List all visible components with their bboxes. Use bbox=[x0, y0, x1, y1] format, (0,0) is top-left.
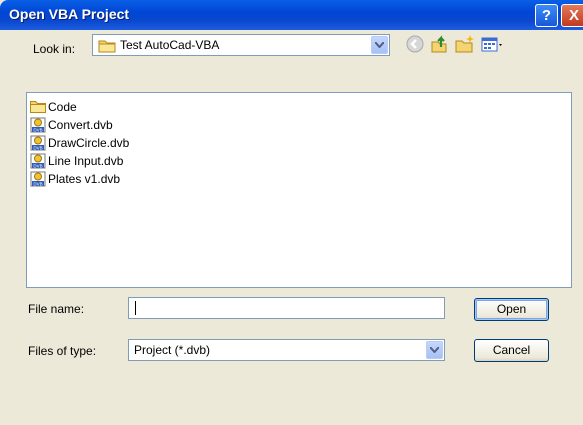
list-item-file[interactable]: DVB Plates v1.dvb bbox=[30, 170, 120, 188]
filename-input[interactable] bbox=[128, 297, 445, 319]
svg-text:DVB: DVB bbox=[33, 163, 42, 168]
chevron-down-icon bbox=[430, 347, 439, 353]
filename-label: File name: bbox=[28, 302, 85, 316]
cancel-button[interactable]: Cancel bbox=[474, 339, 549, 362]
dvb-file-icon: DVB bbox=[30, 135, 46, 151]
filetype-combo[interactable]: Project (*.dvb) bbox=[128, 339, 445, 361]
open-button[interactable]: Open bbox=[474, 298, 549, 321]
filetype-label: Files of type: bbox=[28, 344, 97, 358]
new-folder-icon[interactable] bbox=[454, 34, 476, 54]
list-item-label: Convert.dvb bbox=[48, 118, 113, 132]
dvb-file-icon: DVB bbox=[30, 153, 46, 169]
list-item-label: Plates v1.dvb bbox=[48, 172, 121, 186]
lookin-dropdown-button[interactable] bbox=[371, 36, 388, 54]
dvb-file-icon: DVB bbox=[30, 117, 46, 133]
title-bar[interactable]: Open VBA Project ? X bbox=[0, 0, 583, 30]
list-item-file[interactable]: DVB Line Input.dvb bbox=[30, 152, 123, 170]
list-item-folder-code[interactable]: Code bbox=[30, 98, 77, 116]
lookin-value: Test AutoCad-VBA bbox=[120, 38, 220, 52]
views-menu-icon[interactable] bbox=[480, 34, 506, 54]
filetype-dropdown-button[interactable] bbox=[426, 341, 443, 359]
list-item-label: Code bbox=[48, 100, 77, 114]
folder-icon bbox=[98, 38, 116, 56]
dvb-file-icon: DVB bbox=[30, 171, 46, 187]
svg-text:DVB: DVB bbox=[33, 127, 42, 132]
svg-text:DVB: DVB bbox=[33, 181, 42, 186]
up-folder-icon[interactable] bbox=[429, 34, 451, 54]
folder-icon bbox=[30, 99, 46, 115]
file-list[interactable]: Code DVB Convert.dvb DVB DrawCircle.dvb … bbox=[26, 92, 572, 288]
lookin-label: Look in: bbox=[33, 42, 76, 56]
list-item-label: Line Input.dvb bbox=[48, 154, 124, 168]
back-icon[interactable] bbox=[405, 34, 427, 54]
window-title: Open VBA Project bbox=[9, 6, 130, 22]
text-caret bbox=[135, 301, 136, 315]
svg-text:DVB: DVB bbox=[33, 145, 42, 150]
list-item-label: DrawCircle.dvb bbox=[48, 136, 130, 150]
filetype-value: Project (*.dvb) bbox=[134, 343, 211, 357]
list-item-file[interactable]: DVB DrawCircle.dvb bbox=[30, 134, 129, 152]
close-button[interactable]: X bbox=[561, 4, 583, 27]
chevron-down-icon bbox=[375, 42, 384, 48]
lookin-combo[interactable]: Test AutoCad-VBA bbox=[92, 34, 390, 56]
help-button[interactable]: ? bbox=[535, 4, 558, 27]
list-item-file[interactable]: DVB Convert.dvb bbox=[30, 116, 113, 134]
